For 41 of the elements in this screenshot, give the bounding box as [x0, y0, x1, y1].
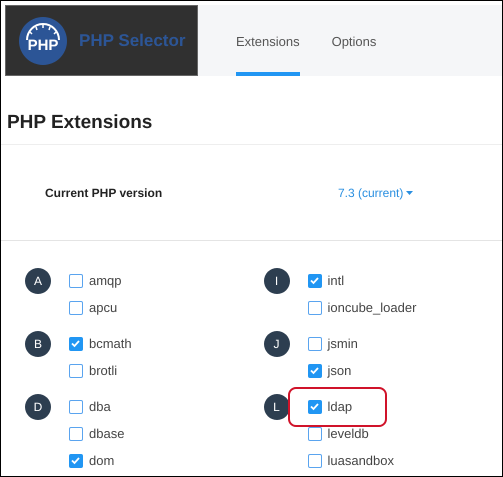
checkbox[interactable] — [69, 336, 83, 350]
extension-label: apcu — [89, 300, 118, 315]
page-heading: PHP Extensions — [1, 76, 502, 145]
checkbox[interactable] — [69, 400, 83, 414]
checkbox[interactable] — [69, 426, 83, 440]
extension-label: ldap — [328, 399, 352, 414]
extension-label: brotli — [89, 363, 118, 378]
letter-badge: B — [25, 330, 51, 356]
extension-label: dbase — [89, 426, 124, 441]
extension-label: leveldb — [328, 426, 369, 441]
checkbox[interactable] — [308, 300, 322, 314]
checkbox[interactable] — [308, 400, 322, 414]
extension-label: dba — [89, 399, 111, 414]
checkbox[interactable] — [69, 454, 83, 468]
letter-badge: L — [264, 394, 290, 420]
letter-badge: A — [25, 268, 51, 294]
caret-icon — [406, 190, 414, 194]
checkbox[interactable] — [308, 274, 322, 288]
tab[interactable]: Options — [332, 5, 376, 76]
checkbox[interactable] — [308, 364, 322, 378]
extension-label: dom — [89, 453, 114, 468]
extension-label: amqp — [89, 273, 122, 288]
version-label: Current PHP version — [45, 186, 164, 200]
extension-label: bcmath — [89, 336, 132, 351]
tab[interactable]: Extensions — [236, 5, 300, 76]
extension-label: luasandbox — [328, 453, 394, 468]
letter-badge: D — [25, 394, 51, 420]
letter-badge: J — [264, 330, 290, 356]
checkbox[interactable] — [69, 300, 83, 314]
app-title: PHP Selector — [79, 30, 186, 50]
checkbox[interactable] — [308, 454, 322, 468]
checkbox[interactable] — [69, 364, 83, 378]
extension-label: json — [328, 363, 352, 378]
extension-label: intl — [328, 273, 344, 288]
checkbox[interactable] — [69, 274, 83, 288]
checkbox[interactable] — [308, 336, 322, 350]
logo-icon: PHP — [18, 16, 68, 66]
checkbox[interactable] — [308, 426, 322, 440]
extension-label: ioncube_loader — [328, 300, 416, 315]
extension-label: jsmin — [328, 336, 358, 351]
letter-badge: I — [264, 268, 290, 294]
